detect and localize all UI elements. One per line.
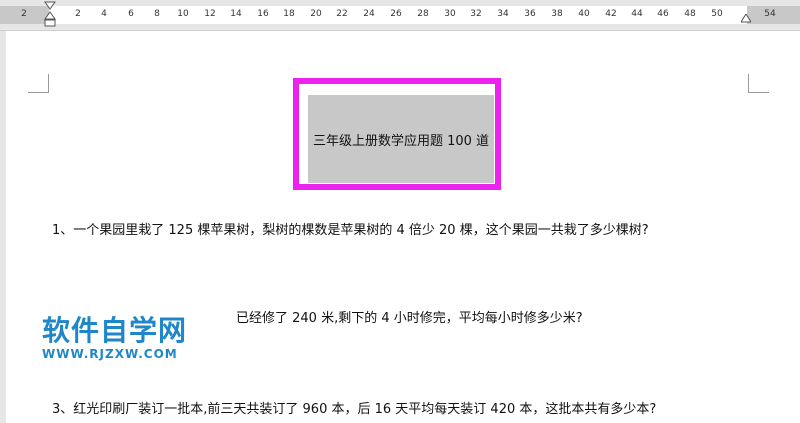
ruler-label: 2 — [21, 9, 27, 19]
indent-marker-icon[interactable] — [44, 0, 56, 30]
ruler-label: 16 — [257, 9, 269, 19]
ruler-label: 38 — [551, 9, 563, 19]
ruler-label: 48 — [684, 9, 696, 19]
question-2: 已经修了 240 米,剩下的 4 小时修完，平均每小时修多少米? — [236, 311, 583, 326]
document-title: 三年级上册数学应用题 100 道 — [312, 133, 490, 149]
margin-corner-top-right — [748, 74, 769, 93]
ruler-label: 44 — [631, 9, 643, 19]
ruler-label: 22 — [336, 9, 348, 19]
ruler-label: 18 — [283, 9, 295, 19]
ruler-label: 32 — [470, 9, 482, 19]
ruler-label: 30 — [444, 9, 456, 19]
watermark-url: WWW.RJZXW.COM — [42, 347, 178, 361]
ruler-label: 2 — [75, 9, 81, 19]
ruler-label: 26 — [390, 9, 402, 19]
ruler-label: 54 — [764, 9, 776, 19]
ruler-label: 24 — [363, 9, 375, 19]
document-page[interactable]: 三年级上册数学应用题 100 道 1、一个果园里栽了 125 棵苹果树，梨树的棵… — [6, 31, 800, 423]
ruler-label: 50 — [711, 9, 723, 19]
ruler-label: 8 — [154, 9, 160, 19]
ruler-label: 36 — [524, 9, 536, 19]
ruler-label: 12 — [204, 9, 216, 19]
title-highlight-frame[interactable]: 三年级上册数学应用题 100 道 — [293, 78, 501, 190]
site-watermark: 软件自学网 WWW.RJZXW.COM — [42, 309, 187, 361]
ruler-label: 28 — [417, 9, 429, 19]
ruler-label: 46 — [657, 9, 669, 19]
watermark-title: 软件自学网 — [42, 314, 188, 347]
title-textbox[interactable]: 三年级上册数学应用题 100 道 — [308, 95, 494, 183]
ruler-label: 14 — [230, 9, 242, 19]
ruler-label: 10 — [177, 9, 189, 19]
ruler-label: 42 — [605, 9, 617, 19]
ruler-label: 40 — [578, 9, 590, 19]
ruler-label: 6 — [128, 9, 134, 19]
right-indent-marker-icon[interactable] — [741, 14, 751, 24]
ruler-label: 34 — [497, 9, 509, 19]
horizontal-ruler[interactable]: 2 2 4 6 8 10 12 14 16 18 20 22 24 26 28 … — [0, 0, 800, 30]
question-1: 1、一个果园里栽了 125 棵苹果树，梨树的棵数是苹果树的 4 倍少 20 棵，… — [52, 223, 649, 238]
ruler-label: 4 — [101, 9, 107, 19]
question-3: 3、红光印刷厂装订一批本,前三天共装订了 960 本，后 16 天平均每天装订 … — [52, 402, 657, 417]
margin-corner-top-left — [28, 74, 49, 93]
ruler-label: 20 — [310, 9, 322, 19]
